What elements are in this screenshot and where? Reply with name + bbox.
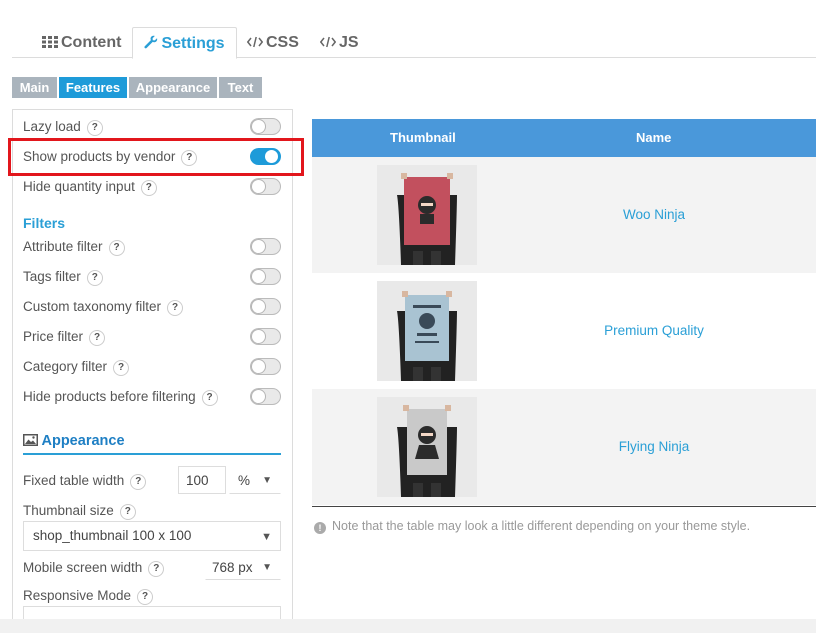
product-name-link[interactable]: Flying Ninja	[542, 439, 766, 454]
theme-note: ! Note that the table may look a little d…	[314, 519, 750, 534]
hide-before-filtering-toggle[interactable]	[250, 388, 281, 405]
appearance-heading: Appearance	[23, 433, 281, 455]
code-icon	[319, 27, 337, 59]
grid-icon	[42, 27, 58, 59]
tab-css[interactable]: CSS	[246, 27, 299, 59]
filter-attribute: Attribute filter?	[23, 237, 281, 257]
poster-image	[377, 165, 477, 265]
theme-note-text: Note that the table may look a little di…	[332, 519, 751, 533]
fixed-width-input[interactable]: 100	[178, 466, 226, 494]
settings-panel: Lazy load? Show products by vendor? Hide…	[12, 109, 293, 620]
help-icon[interactable]: ?	[86, 120, 103, 136]
tab-css-label: CSS	[266, 34, 299, 51]
help-icon[interactable]: ?	[86, 270, 103, 286]
option-label: Category filter	[23, 359, 108, 374]
option-label: Thumbnail size	[23, 503, 114, 518]
info-icon: !	[314, 522, 326, 534]
product-name-link[interactable]: Woo Ninja	[542, 207, 766, 222]
filters-heading: Filters	[23, 215, 66, 231]
responsive-mode-select[interactable]	[23, 606, 281, 620]
help-icon[interactable]: ?	[113, 360, 130, 376]
help-icon[interactable]: ?	[201, 390, 218, 406]
price-filter-toggle[interactable]	[250, 328, 281, 345]
header-name: Name	[636, 130, 672, 145]
option-label: Tags filter	[23, 269, 81, 284]
chevron-down-icon: ▼	[262, 562, 272, 573]
product-thumbnail[interactable]	[377, 281, 477, 381]
option-label: Hide quantity input	[23, 179, 135, 194]
option-lazy-load: Lazy load?	[23, 117, 281, 137]
option-label: Price filter	[23, 329, 84, 344]
subtab-features[interactable]: Features	[59, 77, 127, 98]
help-icon[interactable]: ?	[108, 240, 125, 256]
help-icon[interactable]: ?	[119, 504, 136, 520]
help-icon[interactable]: ?	[140, 180, 157, 196]
option-label: Mobile screen width	[23, 560, 143, 575]
tab-settings[interactable]: Settings	[132, 27, 237, 59]
hide-quantity-input-toggle[interactable]	[250, 178, 281, 195]
filter-hide-before-filtering: Hide products before filtering?	[23, 387, 281, 407]
help-icon[interactable]: ?	[137, 589, 154, 605]
poster-image	[377, 281, 477, 381]
table-row: Flying Ninja	[312, 389, 816, 505]
filter-category: Category filter?	[23, 357, 281, 377]
wrench-icon	[144, 28, 158, 60]
image-icon	[23, 433, 42, 449]
highlight-box	[8, 138, 304, 176]
chevron-down-icon: ▼	[261, 531, 272, 543]
subtab-main[interactable]: Main	[12, 77, 57, 98]
table-header: Thumbnail Name	[312, 119, 816, 157]
tab-content-label: Content	[61, 34, 122, 51]
unit-value: %	[238, 473, 251, 488]
table-divider	[312, 506, 816, 507]
subtab-text[interactable]: Text	[219, 77, 262, 98]
option-hide-quantity-input: Hide quantity input?	[23, 177, 281, 197]
option-label: Responsive Mode	[23, 588, 132, 603]
mobile-width-select[interactable]: 768 px ▼	[205, 554, 281, 580]
tab-js[interactable]: JS	[319, 27, 359, 59]
help-icon[interactable]: ?	[148, 561, 165, 577]
filter-tags: Tags filter?	[23, 267, 281, 287]
option-label: Custom taxonomy filter	[23, 299, 162, 314]
mobile-width-value: 768 px	[212, 560, 253, 575]
appearance-heading-label: Appearance	[41, 433, 125, 449]
product-name-link[interactable]: Premium Quality	[542, 323, 766, 338]
attribute-filter-toggle[interactable]	[250, 238, 281, 255]
poster-image	[377, 397, 477, 497]
help-icon[interactable]: ?	[167, 300, 184, 316]
filter-price: Price filter?	[23, 327, 281, 347]
table-row: Premium Quality	[312, 273, 816, 389]
product-table: Thumbnail Name Woo Ninja Premium Quality…	[312, 119, 816, 505]
help-icon[interactable]: ?	[89, 330, 106, 346]
category-filter-toggle[interactable]	[250, 358, 281, 375]
fixed-width-unit-select[interactable]: % ▼	[229, 466, 281, 494]
filter-custom-taxonomy: Custom taxonomy filter?	[23, 297, 281, 317]
product-thumbnail[interactable]	[377, 397, 477, 497]
thumbnail-size-value: shop_thumbnail 100 x 100	[33, 528, 192, 543]
chevron-down-icon: ▼	[262, 475, 272, 486]
header-thumbnail: Thumbnail	[390, 130, 456, 145]
option-label: Attribute filter	[23, 239, 103, 254]
tags-filter-toggle[interactable]	[250, 268, 281, 285]
help-icon[interactable]: ?	[130, 474, 147, 490]
tab-content[interactable]: Content	[42, 27, 121, 57]
option-label: Fixed table width	[23, 473, 125, 488]
thumbnail-size-label: Thumbnail size?	[23, 501, 281, 521]
custom-taxonomy-filter-toggle[interactable]	[250, 298, 281, 315]
tab-settings-label: Settings	[161, 35, 225, 52]
code-icon	[246, 27, 264, 59]
option-label: Lazy load	[23, 119, 81, 134]
tab-js-label: JS	[339, 34, 359, 51]
responsive-mode-label: Responsive Mode?	[23, 586, 281, 606]
subtab-appearance[interactable]: Appearance	[129, 77, 217, 98]
product-thumbnail[interactable]	[377, 165, 477, 265]
lazy-load-toggle[interactable]	[250, 118, 281, 135]
table-row: Woo Ninja	[312, 157, 816, 273]
bottom-bar	[0, 619, 816, 633]
thumbnail-size-select[interactable]: shop_thumbnail 100 x 100 ▼	[23, 521, 281, 551]
option-label: Hide products before filtering	[23, 389, 196, 404]
top-tabs: Content Settings CSS JS	[12, 27, 816, 59]
